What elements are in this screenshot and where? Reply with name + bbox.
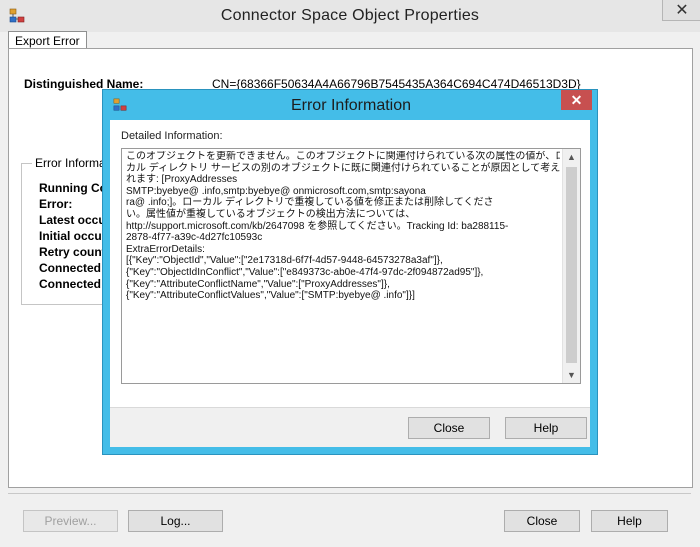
field-error: Error:: [39, 197, 73, 211]
scrollbar-thumb[interactable]: [566, 167, 577, 363]
scroll-down-icon[interactable]: ▼: [563, 367, 580, 383]
detail-text: このオブジェクトを更新できません。このオブジェクトに関連付けられている次の属性の…: [126, 151, 560, 379]
detail-line: カル ディレクトリ サービスの別のオブジェクトに既に関連付けられていることが原因…: [126, 162, 560, 174]
dialog-close-action-button[interactable]: Close: [408, 417, 490, 439]
detail-line: http://support.microsoft.com/kb/2647098 …: [126, 220, 509, 232]
error-information-dialog: Error Information ✕ Detailed Information…: [102, 89, 598, 455]
dialog-panel: Detailed Information: このオブジェクトを更新できません。こ…: [110, 120, 590, 408]
detail-line: [{"Key":"ObjectId","Value":["2e17318d-6f…: [126, 255, 443, 267]
help-button[interactable]: Help: [591, 510, 668, 532]
detail-label: Detailed Information:: [121, 130, 223, 142]
log-button[interactable]: Log...: [128, 510, 223, 532]
preview-button[interactable]: Preview...: [23, 510, 118, 532]
close-button[interactable]: Close: [504, 510, 580, 532]
detail-line: {"Key":"AttributeConflictName","Value":[…: [126, 278, 390, 290]
close-icon: ✕: [570, 91, 583, 108]
dialog-help-button[interactable]: Help: [505, 417, 587, 439]
detail-line: このオブジェクトを更新できません。このオブジェクトに関連付けられている次の属性の…: [126, 151, 560, 162]
detail-line: い。属性値が重複しているオブジェクトの検出方法については、: [126, 208, 416, 220]
field-running-connector: Running Connector: [39, 181, 102, 195]
detail-line: れます: [ProxyAddresses: [126, 174, 238, 186]
window-title: Connector Space Object Properties: [220, 7, 480, 24]
window-close-button[interactable]: ✕: [662, 0, 700, 21]
detail-textarea[interactable]: このオブジェクトを更新できません。このオブジェクトに関連付けられている次の属性の…: [121, 148, 581, 384]
field-initial-occurrence: Initial occurrence:: [39, 229, 102, 243]
dialog-body: Detailed Information: このオブジェクトを更新できません。こ…: [110, 120, 590, 447]
detail-line: {"Key":"ObjectIdInConflict","Value":["e8…: [126, 266, 484, 278]
footer-separator: [8, 493, 691, 494]
detail-line: SMTP:byebye@ .info,smtp:byebye@ onmicros…: [126, 185, 426, 197]
field-connected-data-source: Connected data source: [39, 261, 102, 275]
field-connected-data-source-element: Connected data source element: [39, 277, 102, 291]
field-latest-occurrence: Latest occurrence:: [39, 213, 102, 227]
scroll-up-icon[interactable]: ▲: [563, 149, 580, 165]
detail-line: ExtraErrorDetails:: [126, 243, 205, 255]
dialog-close-button[interactable]: ✕: [561, 90, 592, 110]
detail-line: {"Key":"AttributeConflictValues","Value"…: [126, 290, 415, 302]
detail-line: 2878-4f77-a39c-4d27fc10593c: [126, 232, 263, 244]
close-icon: ✕: [675, 2, 689, 19]
dialog-title: Error Information: [290, 97, 412, 114]
window-titlebar: Connector Space Object Properties ✕: [0, 0, 700, 32]
detail-line: ra@ .info;]。ローカル ディレクトリで重複している値を修正または削除し…: [126, 197, 494, 209]
field-retry-count: Retry count:: [39, 245, 102, 259]
vertical-scrollbar[interactable]: ▲ ▼: [562, 149, 580, 383]
